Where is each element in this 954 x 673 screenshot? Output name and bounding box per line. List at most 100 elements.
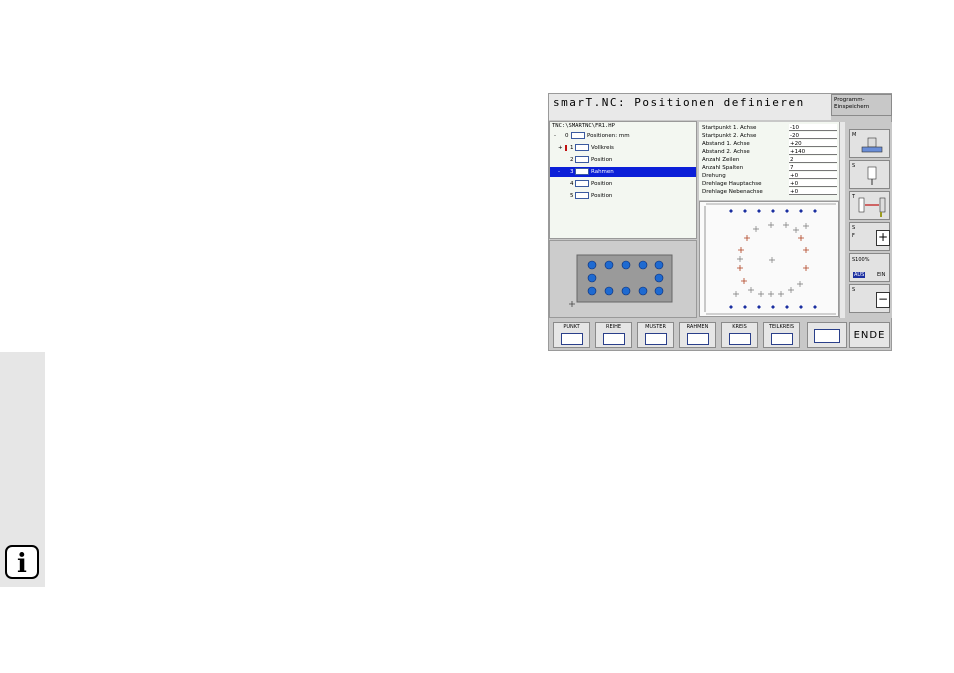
f-label: F bbox=[852, 233, 855, 239]
tree-num: 4 bbox=[570, 181, 574, 187]
machine-function-panel: M S T S F + S100% AUS EIN S − bbox=[846, 122, 892, 318]
spindle-minus-button[interactable]: S − bbox=[849, 284, 890, 313]
param-row: Anzahl Spalten 7 bbox=[699, 164, 839, 172]
tool-call-button[interactable]: T bbox=[849, 191, 890, 220]
positions-plot bbox=[704, 203, 836, 315]
tree-item-3[interactable]: - 3 Rahmen bbox=[550, 167, 696, 177]
softkey-rahmen[interactable]: RAHMEN bbox=[679, 322, 716, 348]
softkey-label: RAHMEN bbox=[686, 324, 709, 330]
spindle-button[interactable]: S bbox=[849, 160, 890, 189]
clamp-icon bbox=[861, 137, 883, 153]
ein-label: EIN bbox=[877, 272, 886, 278]
param-input[interactable]: 2 bbox=[789, 156, 837, 163]
param-input[interactable]: +0 bbox=[789, 180, 837, 187]
param-row: Drehung +0 bbox=[699, 172, 839, 180]
s-label: S bbox=[852, 287, 856, 293]
info-icon: i bbox=[5, 545, 39, 579]
positions-icon bbox=[571, 132, 585, 139]
point-icon bbox=[561, 333, 583, 345]
param-input[interactable]: +0 bbox=[789, 172, 837, 179]
workpiece-graphic-icon bbox=[814, 329, 840, 343]
s-label: S bbox=[852, 163, 856, 169]
frame-icon bbox=[575, 168, 589, 175]
softkey-label: REIHE bbox=[605, 324, 622, 330]
param-row: Startpunkt 2. Achse -20 bbox=[699, 132, 839, 140]
param-input[interactable]: 7 bbox=[789, 164, 837, 171]
plus-icon: + bbox=[876, 230, 890, 246]
tree-item-2[interactable]: 2 Position bbox=[550, 155, 696, 165]
m-label: M bbox=[852, 132, 857, 138]
tree-item-0[interactable]: - 0 Positionen: mm bbox=[550, 131, 696, 141]
softkey-punkt[interactable]: PUNKT bbox=[553, 322, 590, 348]
position-graphic bbox=[699, 201, 839, 317]
override-value: S100% bbox=[852, 257, 870, 263]
softkey-graphic[interactable] bbox=[807, 322, 847, 348]
param-input[interactable]: -10 bbox=[789, 124, 837, 131]
param-label: Abstand 1. Achse bbox=[702, 141, 750, 147]
param-row: Abstand 1. Achse +20 bbox=[699, 140, 839, 148]
softkey-teilkreis[interactable]: TEILKREIS bbox=[763, 322, 800, 348]
param-row: Drehlage Hauptachse +0 bbox=[699, 180, 839, 188]
minus-icon: − bbox=[876, 292, 890, 308]
circle-pattern-icon bbox=[729, 333, 751, 345]
tree-item-4[interactable]: 4 Position bbox=[550, 179, 696, 189]
softkey-label: MUSTER bbox=[645, 324, 666, 330]
error-marker-icon bbox=[565, 145, 567, 151]
param-input[interactable]: -20 bbox=[789, 132, 837, 139]
softkey-reihe[interactable]: REIHE bbox=[595, 322, 632, 348]
param-label: Abstand 2. Achse bbox=[702, 149, 750, 155]
save-label-line2: Einspeichern bbox=[834, 104, 870, 110]
param-input[interactable]: +20 bbox=[789, 140, 837, 147]
softkey-label: PUNKT bbox=[563, 324, 580, 330]
tree-item-1[interactable]: + 1 Vollkreis bbox=[550, 143, 696, 153]
s-label: S bbox=[852, 225, 856, 231]
param-label: Startpunkt 1. Achse bbox=[702, 125, 757, 131]
param-label: Drehung bbox=[702, 173, 726, 179]
softkey-label: KREIS bbox=[732, 324, 747, 330]
override-toggle[interactable]: S100% AUS EIN bbox=[849, 253, 890, 282]
tree-num: 1 bbox=[570, 145, 574, 151]
param-label: Drehlage Nebenachse bbox=[702, 189, 763, 195]
tree-marker: - bbox=[554, 133, 556, 139]
param-row: Abstand 2. Achse +140 bbox=[699, 148, 839, 156]
param-label: Anzahl Zeilen bbox=[702, 157, 740, 163]
tree-num: 5 bbox=[570, 193, 574, 199]
window-title: smarT.NC: Positionen definieren bbox=[549, 94, 831, 120]
aus-label: AUS bbox=[853, 272, 866, 278]
vertical-scrollbar[interactable] bbox=[839, 122, 845, 318]
row-icon bbox=[603, 333, 625, 345]
program-tree: TNC:\SMARTNC\FR1.HP - 0 Positionen: mm +… bbox=[549, 121, 697, 239]
param-row: Drehlage Nebenachse +0 bbox=[699, 188, 839, 196]
param-input[interactable]: +0 bbox=[789, 188, 837, 195]
grid-pattern-icon bbox=[645, 333, 667, 345]
ende-button[interactable]: ENDE bbox=[849, 322, 890, 348]
m-function-button[interactable]: M bbox=[849, 129, 890, 158]
file-path: TNC:\SMARTNC\FR1.HP bbox=[552, 123, 615, 129]
tree-num: 0 bbox=[565, 133, 569, 139]
softkey-label: TEILKREIS bbox=[768, 324, 795, 330]
tree-marker: + bbox=[558, 145, 563, 151]
tool-change-icon bbox=[858, 197, 886, 217]
param-row: Startpunkt 1. Achse -10 bbox=[699, 124, 839, 132]
softkey-muster[interactable]: MUSTER bbox=[637, 322, 674, 348]
softkey-kreis[interactable]: KREIS bbox=[721, 322, 758, 348]
tree-label: Positionen: mm bbox=[587, 133, 630, 139]
save-label-line1: Programm- bbox=[834, 97, 865, 103]
param-row: Anzahl Zeilen 2 bbox=[699, 156, 839, 164]
arc-pattern-icon bbox=[771, 333, 793, 345]
param-input[interactable]: +140 bbox=[789, 148, 837, 155]
position-icon bbox=[575, 180, 589, 187]
tree-label: Position bbox=[591, 181, 613, 187]
position-icon bbox=[575, 192, 589, 199]
tree-num: 2 bbox=[570, 157, 574, 163]
spindle-icon bbox=[867, 166, 877, 185]
softkey-bar: PUNKT REIHE MUSTER RAHMEN KREIS TEILKREI… bbox=[549, 320, 891, 350]
parameter-table: Startpunkt 1. Achse -10 Startpunkt 2. Ach… bbox=[699, 122, 839, 200]
save-program-button[interactable]: Programm- Einspeichern bbox=[831, 94, 892, 116]
tree-item-5[interactable]: 5 Position bbox=[550, 191, 696, 201]
full-circle-icon bbox=[575, 144, 589, 151]
spindle-plus-button[interactable]: S F + bbox=[849, 222, 890, 251]
t-label: T bbox=[852, 194, 856, 200]
param-label: Startpunkt 2. Achse bbox=[702, 133, 757, 139]
tree-label: Position bbox=[591, 193, 613, 199]
